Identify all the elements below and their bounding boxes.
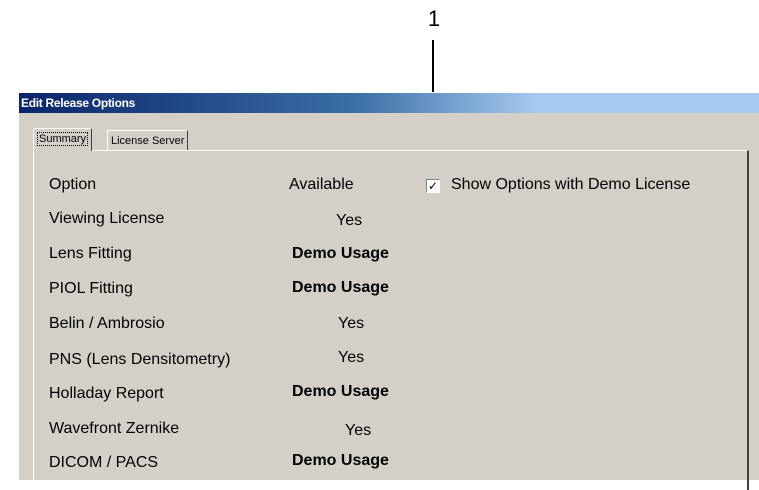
option-availability: Demo Usage: [292, 245, 389, 262]
tab-license-server-label: License Server: [111, 135, 185, 147]
option-availability: Yes: [336, 212, 363, 229]
tab-summary-label: Summary: [37, 132, 89, 146]
option-name: Wavefront Zernike: [49, 420, 180, 437]
show-demo-checkbox-label[interactable]: Show Options with Demo License: [451, 176, 690, 194]
option-availability: Demo Usage: [292, 383, 389, 400]
option-availability: Yes: [338, 349, 365, 366]
option-availability: Yes: [338, 315, 365, 332]
window-title: Edit Release Options: [21, 96, 136, 110]
option-name: Belin / Ambrosio: [49, 315, 165, 332]
option-name: PNS (Lens Densitometry): [49, 351, 231, 368]
title-bar[interactable]: Edit Release Options: [19, 93, 759, 113]
option-availability: Demo Usage: [292, 452, 389, 469]
option-name: Viewing License: [49, 210, 165, 227]
column-header-option: Option: [49, 176, 97, 193]
callout-number: 1: [427, 6, 441, 31]
tab-license-server[interactable]: License Server: [107, 130, 189, 150]
option-name: Holladay Report: [49, 385, 164, 402]
option-name: Lens Fitting: [49, 245, 132, 262]
option-availability: Yes: [345, 422, 372, 439]
show-demo-checkbox[interactable]: ✓: [426, 179, 440, 193]
tab-summary[interactable]: Summary: [33, 128, 93, 151]
option-availability: Demo Usage: [292, 279, 389, 296]
column-header-available: Available: [289, 176, 354, 193]
option-name: PIOL Fitting: [49, 280, 133, 297]
option-name: DICOM / PACS: [49, 454, 159, 471]
edit-release-options-dialog: Edit Release Options Summary License Ser…: [18, 92, 759, 490]
